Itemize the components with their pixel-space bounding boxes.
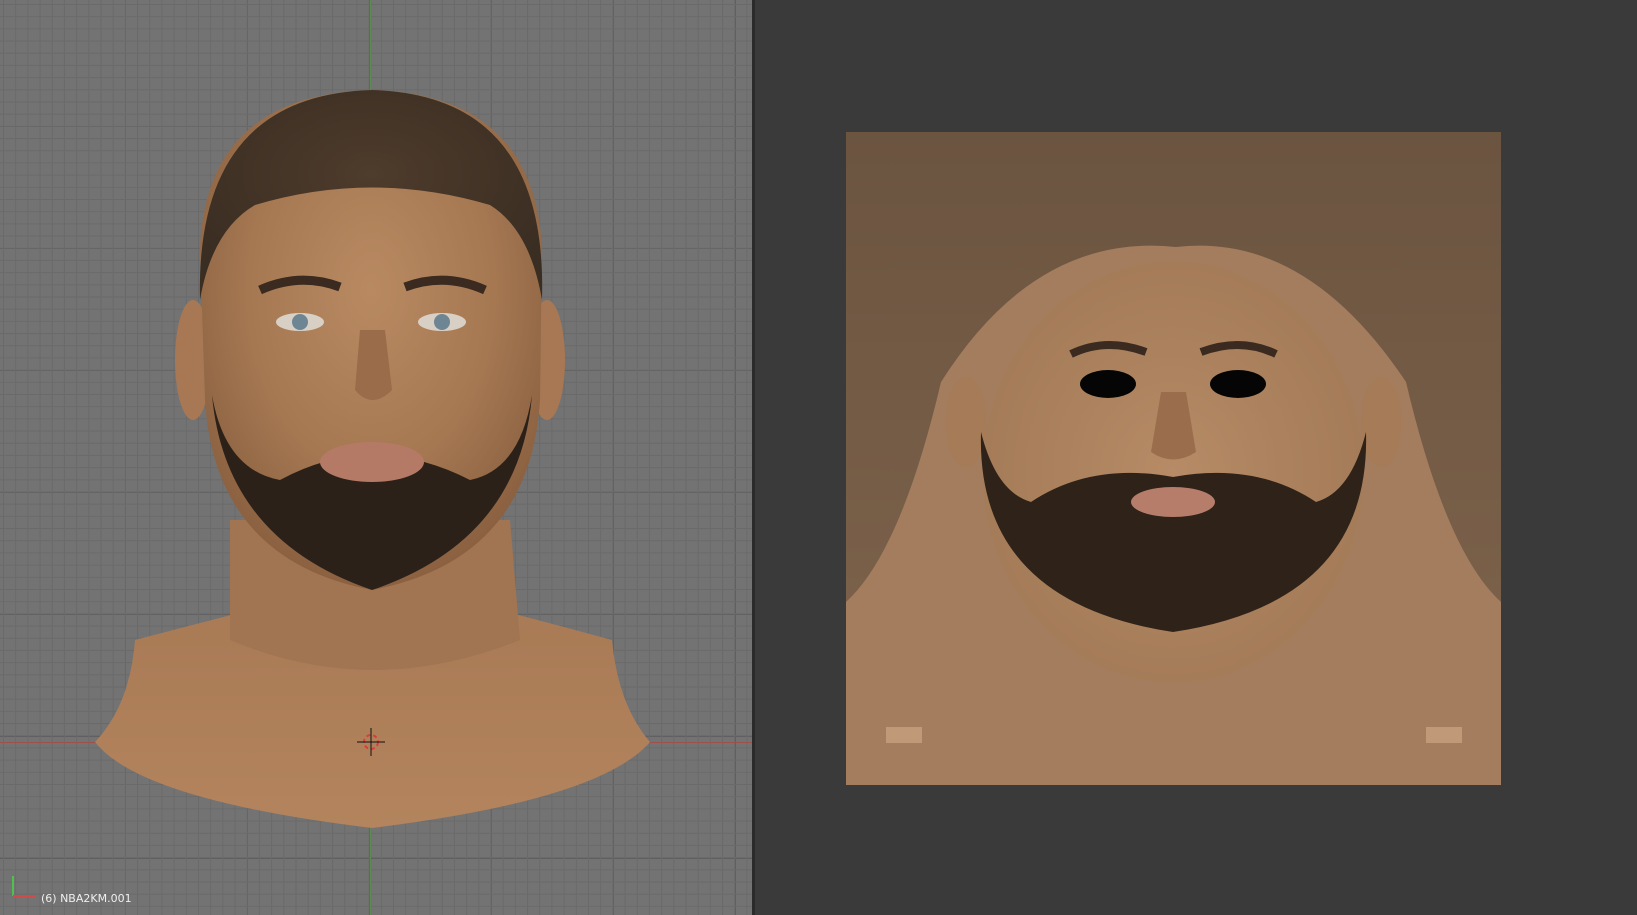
- viewport-status-text: (6) NBA2KM.001: [41, 892, 132, 905]
- 3d-viewport[interactable]: (6) NBA2KM.001: [0, 0, 752, 915]
- uv-image-editor[interactable]: [755, 0, 1637, 915]
- face-texture-image[interactable]: [846, 132, 1501, 785]
- axis-gizmo-icon: [12, 876, 35, 897]
- 3d-cursor-icon[interactable]: [351, 726, 391, 766]
- head-model[interactable]: [0, 0, 752, 915]
